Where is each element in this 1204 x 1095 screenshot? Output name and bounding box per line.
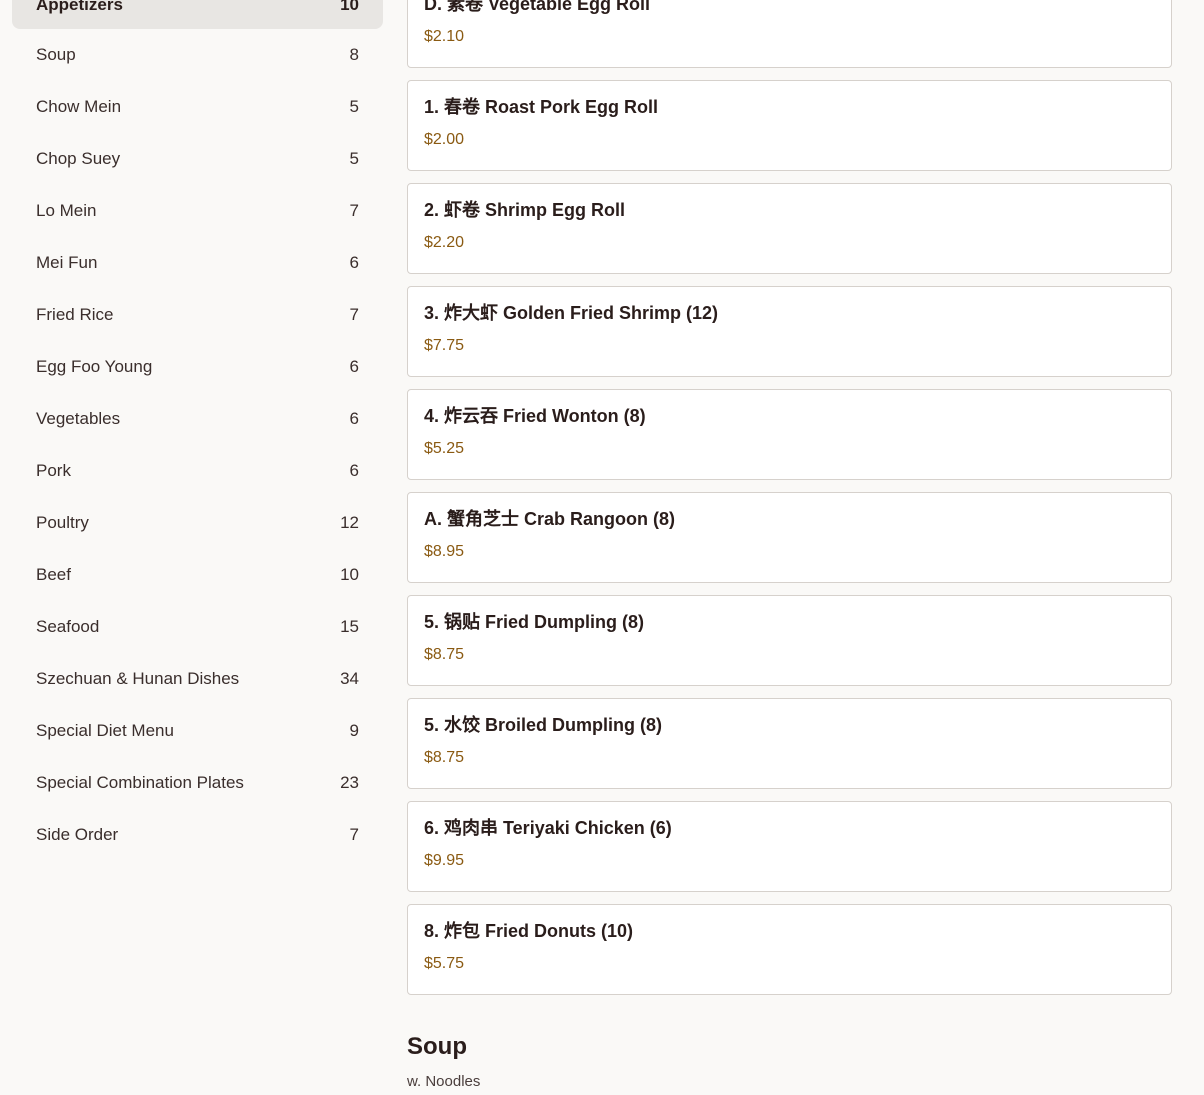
category-count: 9 — [349, 721, 359, 740]
category-sidebar: Appetizers 10 Soup 8 Chow Mein 5 Chop Su… — [12, 0, 383, 861]
menu-item-price: $2.20 — [424, 234, 465, 251]
menu-item-name: 2. 虾卷 Shrimp Egg Roll — [424, 200, 626, 220]
menu-item-card[interactable]: 3. 炸大虾 Golden Fried Shrimp (12) $7.75 — [407, 286, 1172, 377]
category-count: 7 — [349, 201, 359, 220]
category-label: Soup — [36, 45, 76, 64]
menu-item-name: 8. 炸包 Fried Donuts (10) — [424, 921, 634, 941]
category-egg-foo-young[interactable]: Egg Foo Young 6 — [12, 341, 383, 393]
menu-item-card[interactable]: 6. 鸡肉串 Teriyaki Chicken (6) $9.95 — [407, 801, 1172, 892]
menu-item-price: $8.95 — [424, 543, 465, 560]
menu-item-price: $8.75 — [424, 646, 465, 663]
category-label: Chow Mein — [36, 97, 122, 116]
menu-item-list: D. 素卷 Vegetable Egg Roll $2.10 1. 春卷 Roa… — [407, 0, 1172, 1007]
category-count: 10 — [340, 565, 359, 584]
category-count: 6 — [349, 461, 359, 480]
category-label: Fried Rice — [36, 305, 114, 324]
category-count: 7 — [349, 825, 359, 844]
category-count: 7 — [349, 305, 359, 324]
category-vegetables[interactable]: Vegetables 6 — [12, 393, 383, 445]
category-count: 6 — [349, 409, 359, 428]
section-subtitle: w. Noodles — [407, 1073, 481, 1090]
menu-item-name: 4. 炸云吞 Fried Wonton (8) — [424, 406, 646, 426]
category-pork[interactable]: Pork 6 — [12, 445, 383, 497]
menu-item-card[interactable]: 1. 春卷 Roast Pork Egg Roll $2.00 — [407, 80, 1172, 171]
category-lo-mein[interactable]: Lo Mein 7 — [12, 185, 383, 237]
category-fried-rice[interactable]: Fried Rice 7 — [12, 289, 383, 341]
category-label: Appetizers — [36, 0, 123, 14]
menu-item-price: $7.75 — [424, 337, 465, 354]
category-count: 23 — [340, 773, 359, 792]
category-label: Special Diet Menu — [36, 721, 174, 740]
category-side-order[interactable]: Side Order 7 — [12, 809, 383, 861]
menu-item-price: $5.25 — [424, 440, 465, 457]
menu-item-card[interactable]: 4. 炸云吞 Fried Wonton (8) $5.25 — [407, 389, 1172, 480]
menu-item-card[interactable]: 5. 锅贴 Fried Dumpling (8) $8.75 — [407, 595, 1172, 686]
menu-item-name: 6. 鸡肉串 Teriyaki Chicken (6) — [424, 818, 672, 838]
category-count: 8 — [349, 45, 359, 64]
menu-item-card[interactable]: D. 素卷 Vegetable Egg Roll $2.10 — [407, 0, 1172, 68]
menu-item-name: 5. 锅贴 Fried Dumpling (8) — [424, 612, 645, 632]
category-beef[interactable]: Beef 10 — [12, 549, 383, 601]
category-seafood[interactable]: Seafood 15 — [12, 601, 383, 653]
category-appetizers[interactable]: Appetizers 10 — [12, 0, 383, 29]
category-label: Beef — [36, 565, 71, 584]
section-title: Soup — [407, 1033, 467, 1060]
category-count: 12 — [340, 513, 359, 532]
menu-item-name: D. 素卷 Vegetable Egg Roll — [424, 0, 651, 14]
category-label: Lo Mein — [36, 201, 97, 220]
category-poultry[interactable]: Poultry 12 — [12, 497, 383, 549]
category-count: 6 — [349, 253, 359, 272]
category-special-combination[interactable]: Special Combination Plates 23 — [12, 757, 383, 809]
menu-item-card[interactable]: A. 蟹角芝士 Crab Rangoon (8) $8.95 — [407, 492, 1172, 583]
menu-item-price: $8.75 — [424, 749, 465, 766]
category-count: 5 — [349, 149, 359, 168]
menu-item-price: $5.75 — [424, 955, 465, 972]
category-szechuan-hunan[interactable]: Szechuan & Hunan Dishes 34 — [12, 653, 383, 705]
menu-item-name: 5. 水饺 Broiled Dumpling (8) — [424, 715, 663, 735]
category-label: Side Order — [36, 825, 119, 844]
category-count: 5 — [349, 97, 359, 116]
category-label: Mei Fun — [36, 253, 98, 272]
category-label: Egg Foo Young — [36, 357, 153, 376]
menu-item-price: $9.95 — [424, 852, 465, 869]
category-chop-suey[interactable]: Chop Suey 5 — [12, 133, 383, 185]
menu-item-name: 3. 炸大虾 Golden Fried Shrimp (12) — [424, 303, 719, 323]
category-soup[interactable]: Soup 8 — [12, 29, 383, 81]
category-special-diet[interactable]: Special Diet Menu 9 — [12, 705, 383, 757]
category-count: 34 — [340, 669, 359, 688]
menu-item-price: $2.00 — [424, 131, 465, 148]
category-count: 10 — [340, 0, 359, 14]
menu-item-name: 1. 春卷 Roast Pork Egg Roll — [424, 97, 659, 117]
category-label: Pork — [36, 461, 71, 480]
menu-item-card[interactable]: 8. 炸包 Fried Donuts (10) $5.75 — [407, 904, 1172, 995]
category-mei-fun[interactable]: Mei Fun 6 — [12, 237, 383, 289]
category-label: Szechuan & Hunan Dishes — [36, 669, 240, 688]
menu-item-card[interactable]: 5. 水饺 Broiled Dumpling (8) $8.75 — [407, 698, 1172, 789]
category-count: 6 — [349, 357, 359, 376]
category-label: Chop Suey — [36, 149, 121, 168]
category-count: 15 — [340, 617, 359, 636]
category-chow-mein[interactable]: Chow Mein 5 — [12, 81, 383, 133]
menu-item-name: A. 蟹角芝士 Crab Rangoon (8) — [424, 509, 675, 529]
category-label: Poultry — [36, 513, 89, 532]
category-label: Vegetables — [36, 409, 121, 428]
menu-item-card[interactable]: 2. 虾卷 Shrimp Egg Roll $2.20 — [407, 183, 1172, 274]
menu-item-price: $2.10 — [424, 28, 465, 45]
category-label: Special Combination Plates — [36, 773, 244, 792]
category-label: Seafood — [36, 617, 100, 636]
